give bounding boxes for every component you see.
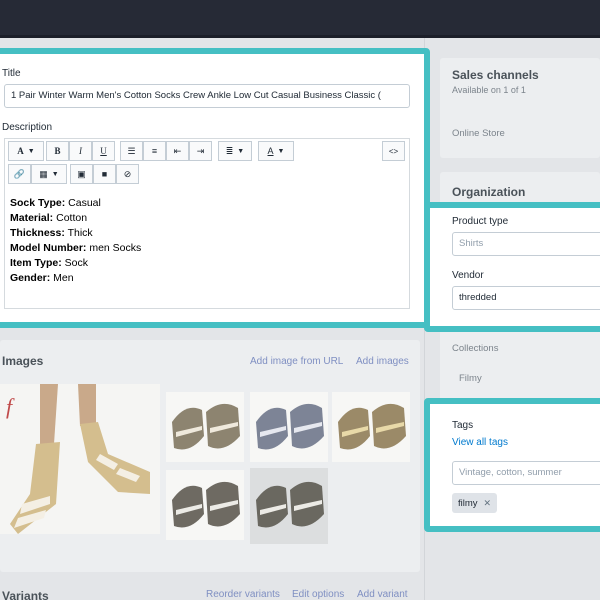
reorder-variants-link[interactable]: Reorder variants (206, 589, 280, 600)
description-line: Gender: Men (10, 272, 74, 284)
add-image-from-url-link[interactable]: Add image from URL (250, 356, 343, 367)
description-line: Thickness: Thick (10, 227, 93, 239)
description-line: Material: Cotton (10, 212, 88, 224)
sales-channels-title: Sales channels (452, 68, 539, 82)
remove-tag-icon[interactable]: ✕ (484, 498, 492, 509)
numbered-list-button[interactable]: ≡ (143, 141, 166, 161)
underline-icon: U (100, 146, 107, 156)
description-line: Model Number: men Socks (10, 242, 142, 254)
product-image-2[interactable] (166, 392, 244, 462)
product-type-input[interactable]: Shirts (452, 232, 600, 256)
outdent-icon: ⇤ (173, 145, 182, 156)
organization-title: Organization (452, 185, 526, 199)
chevron-down-icon: ▼ (237, 147, 245, 155)
edit-options-link[interactable]: Edit options (292, 589, 344, 600)
code-icon: <> (388, 146, 399, 156)
product-type-label: Product type (452, 216, 509, 227)
sales-channels-subtitle: Available on 1 of 1 (452, 85, 526, 95)
table-button[interactable]: ▦ ▼ (31, 164, 67, 184)
chevron-down-icon: ▼ (51, 170, 59, 178)
clear-format-button[interactable]: ⊘ (116, 164, 139, 184)
variants-title: Variants (2, 589, 49, 600)
table-icon: ▦ (39, 168, 48, 179)
italic-button[interactable]: I (69, 141, 92, 161)
indent-icon: ⇥ (196, 145, 205, 156)
indent-button[interactable]: ⇥ (189, 141, 212, 161)
tags-label: Tags (452, 420, 474, 431)
tag-label: filmy (458, 497, 478, 509)
video-button[interactable]: ■ (93, 164, 116, 184)
vendor-label: Vendor (452, 270, 484, 281)
view-all-tags-link[interactable]: View all tags (452, 437, 508, 448)
product-image-3[interactable] (250, 392, 328, 462)
link-icon: 🔗 (13, 168, 26, 179)
font-icon: A (17, 146, 24, 156)
bold-icon: B (54, 146, 61, 156)
product-image-6[interactable] (250, 468, 328, 544)
collection-chip: Filmy (459, 373, 482, 384)
add-images-link[interactable]: Add images (356, 356, 409, 367)
align-button[interactable]: ≣ ▼ (218, 141, 252, 161)
chevron-down-icon: ▼ (277, 147, 285, 155)
align-left-icon: ≣ (225, 145, 234, 156)
chevron-down-icon: ▼ (27, 147, 35, 155)
top-bar (0, 0, 600, 38)
video-icon: ■ (101, 169, 108, 179)
product-image-4[interactable] (332, 392, 410, 462)
product-image-main[interactable]: f (0, 384, 160, 534)
online-store-label: Online Store (452, 128, 505, 139)
image-button[interactable]: ▣ (70, 164, 93, 184)
description-line: Item Type: Sock (10, 257, 88, 269)
description-line: Sock Type: Casual (10, 197, 101, 209)
title-input[interactable]: 1 Pair Winter Warm Men's Cotton Socks Cr… (4, 84, 410, 108)
tag-chip: filmy ✕ (452, 493, 498, 513)
description-label: Description (2, 122, 53, 133)
bullet-list-button[interactable]: ☰ (120, 141, 143, 161)
text-color-icon: A (267, 146, 274, 156)
outdent-button[interactable]: ⇤ (166, 141, 189, 161)
bold-button[interactable]: B (46, 141, 69, 161)
title-label: Title (2, 68, 21, 79)
italic-icon: I (79, 146, 82, 156)
font-size-button[interactable]: A ▼ (8, 141, 44, 161)
product-type-vendor-panel (424, 202, 600, 332)
clear-format-icon: ⊘ (123, 168, 132, 179)
bullet-list-icon: ☰ (127, 145, 136, 156)
product-image-5[interactable] (166, 470, 244, 540)
image-icon: ▣ (77, 168, 86, 179)
numbered-list-icon: ≡ (151, 146, 158, 156)
link-button[interactable]: 🔗 (8, 164, 31, 184)
images-title: Images (2, 354, 44, 368)
collections-label: Collections (452, 343, 499, 354)
text-color-button[interactable]: A ▼ (258, 141, 294, 161)
add-variant-link[interactable]: Add variant (357, 589, 408, 600)
code-view-button[interactable]: <> (382, 141, 405, 161)
vendor-input[interactable]: thredded (452, 286, 600, 310)
tags-input[interactable]: Vintage, cotton, summer (452, 461, 600, 485)
underline-button[interactable]: U (92, 141, 115, 161)
